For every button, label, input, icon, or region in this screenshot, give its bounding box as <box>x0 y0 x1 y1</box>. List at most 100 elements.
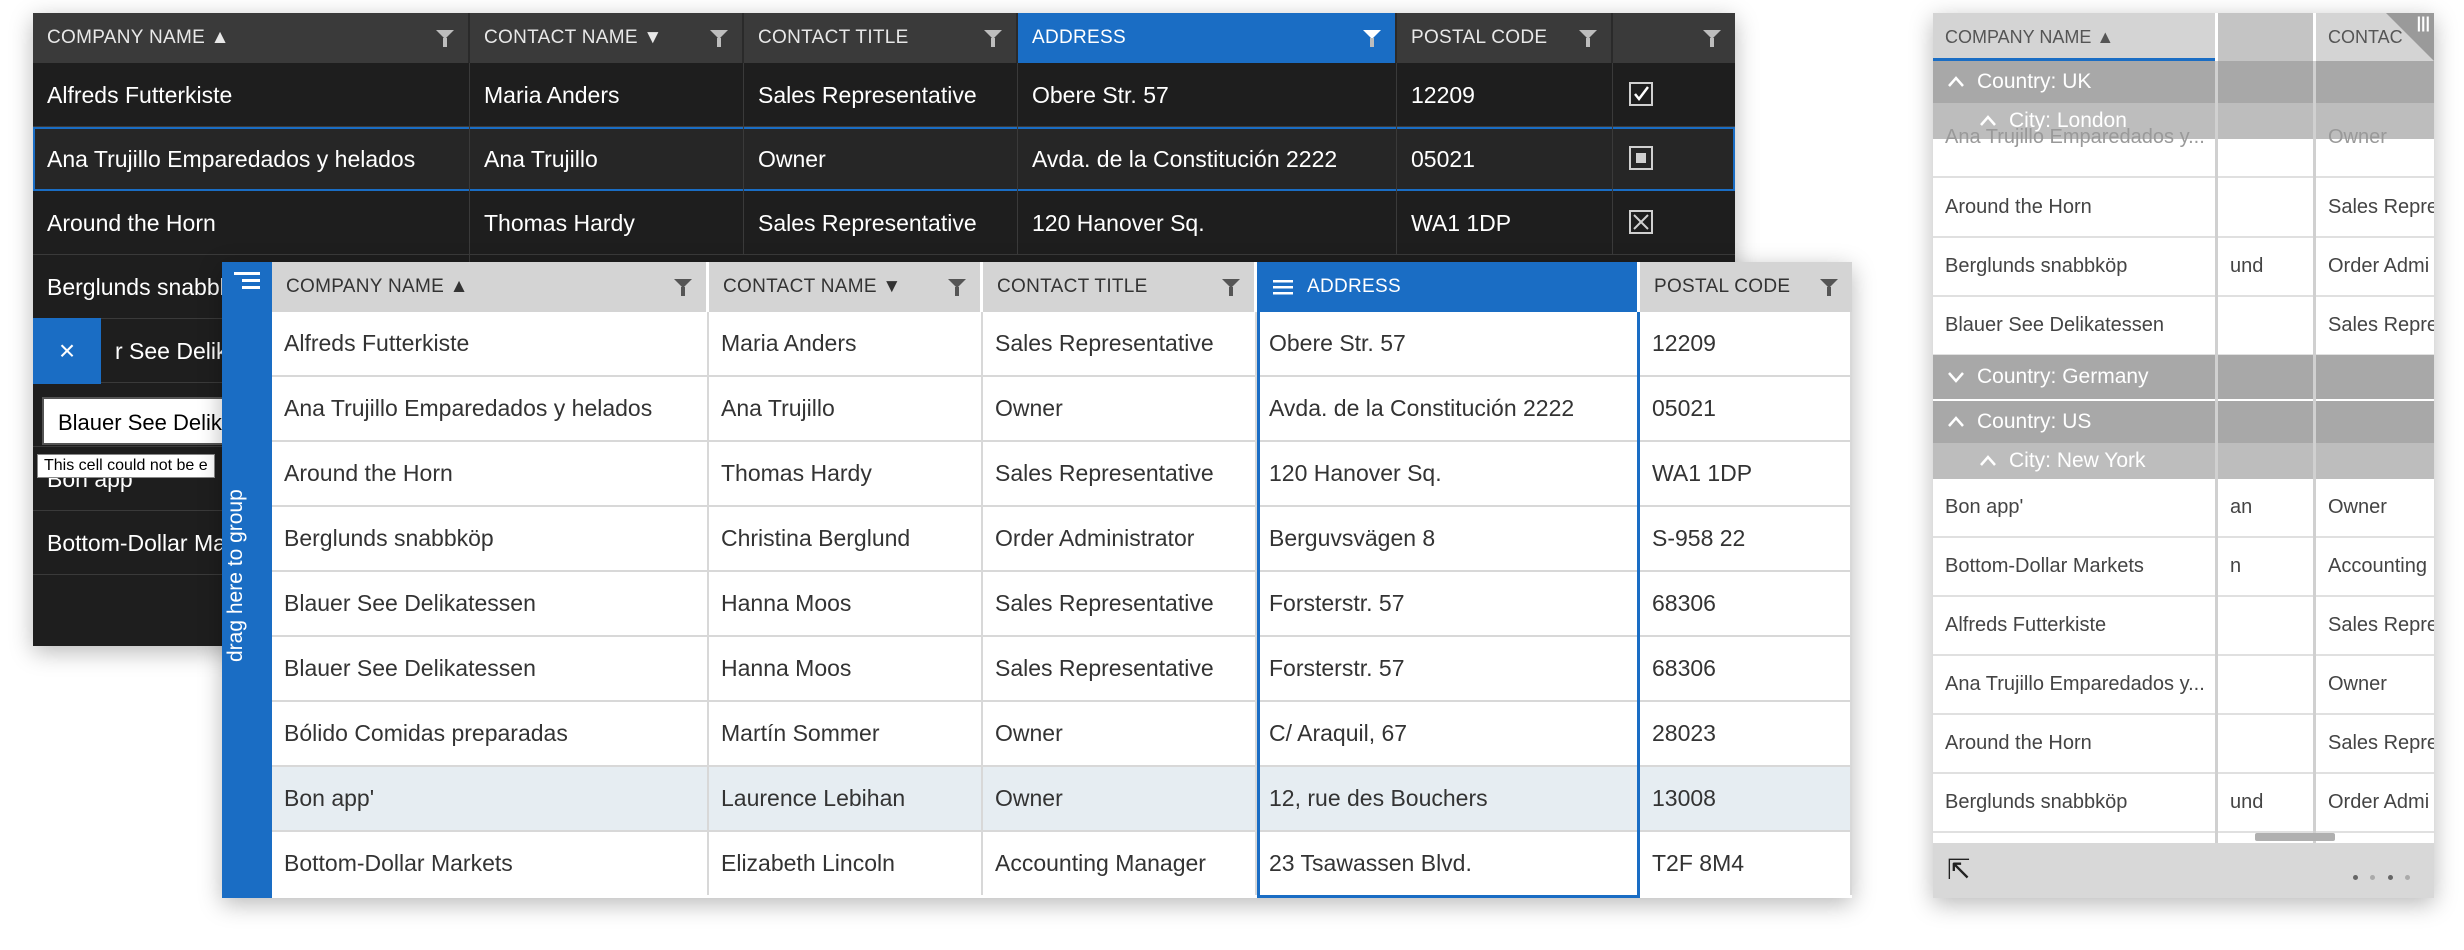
cell-postal[interactable]: T2F 8M4 <box>1640 832 1852 895</box>
cell-address[interactable]: 120 Hanover Sq. <box>1257 442 1640 505</box>
table-row[interactable]: Around the Horn Sales Repre <box>1933 179 2434 238</box>
table-row[interactable]: Around the Horn Thomas Hardy Sales Repre… <box>272 442 1852 507</box>
cell-title[interactable]: Sales Representative <box>983 442 1257 505</box>
header-contact-title[interactable]: CONTACT TITLE <box>744 13 1018 63</box>
pager-dots[interactable] <box>2349 867 2414 885</box>
cell-contact[interactable]: Ana Trujillo <box>709 377 983 440</box>
filter-icon[interactable] <box>710 30 728 47</box>
filter-icon[interactable] <box>984 30 1002 47</box>
cell-company[interactable]: Bottom-Dollar Markets <box>272 832 709 895</box>
cell-contact[interactable]: Christina Berglund <box>709 507 983 570</box>
horizontal-scrollbar[interactable] <box>2255 833 2335 841</box>
cell-company[interactable]: Berglunds snabbköp <box>1933 774 2215 831</box>
cell-address[interactable]: Berguvsvägen 8 <box>1257 507 1640 570</box>
cell-title[interactable]: Sales Representative <box>744 191 1018 255</box>
cell-title[interactable]: Sales Representative <box>983 312 1257 375</box>
header-address[interactable]: ADDRESS <box>1257 262 1640 312</box>
cell-company[interactable]: Berglunds snabbköp <box>272 507 709 570</box>
cell-check[interactable] <box>1613 191 1735 255</box>
header-contact-name[interactable]: CONTACT NAME ▼ <box>470 13 744 63</box>
cell-contact[interactable] <box>2218 715 2313 772</box>
table-row[interactable]: Blauer See Delikatessen Hanna Moos Sales… <box>272 637 1852 702</box>
header-postal-code[interactable]: POSTAL CODE <box>1640 262 1852 312</box>
table-row[interactable]: Blauer See Delikatessen Hanna Moos Sales… <box>272 572 1852 637</box>
cell-address[interactable]: Avda. de la Constitución 2222 <box>1257 377 1640 440</box>
cell-company[interactable]: Ana Trujillo Emparedados y helados <box>33 127 470 191</box>
table-row[interactable]: Blauer See Delikatessen Sales Repre <box>1933 297 2434 356</box>
cell-postal[interactable]: 12209 <box>1397 63 1613 127</box>
header-checkbox[interactable] <box>1613 13 1735 63</box>
cell-contact[interactable]: an <box>2218 479 2313 536</box>
cell-title[interactable]: Accounting <box>2316 538 2434 595</box>
cell-contact[interactable]: Maria Anders <box>470 63 744 127</box>
cell-company[interactable]: Around the Horn <box>272 442 709 505</box>
cell-company[interactable]: Alfreds Futterkiste <box>33 63 470 127</box>
table-row[interactable]: Berglunds snabbköp und Order Admi <box>1933 238 2434 297</box>
group-header-germany[interactable]: Country: Germany <box>1933 355 2434 399</box>
group-header-uk[interactable]: Country: UK <box>1933 61 2434 103</box>
cell-title[interactable]: Owner <box>2316 109 2434 166</box>
cell-company[interactable]: Bon app' <box>1933 479 2215 536</box>
filter-icon[interactable] <box>674 279 692 296</box>
cell-contact[interactable]: Hanna Moos <box>709 572 983 635</box>
pager-dot[interactable] <box>2387 875 2393 880</box>
table-row[interactable]: Alfreds Futterkiste Sales Repre <box>1933 597 2434 656</box>
table-row[interactable]: Ana Trujillo Emparedados y helados Ana T… <box>272 377 1852 442</box>
cell-address[interactable]: Avda. de la Constitución 2222 <box>1018 127 1397 191</box>
cell-title[interactable]: Owner <box>2316 656 2434 713</box>
cell-company[interactable]: Around the Horn <box>1933 179 2215 236</box>
pager-dot[interactable] <box>2405 875 2410 880</box>
cell-contact[interactable]: Thomas Hardy <box>470 191 744 255</box>
cell-contact[interactable]: Martín Sommer <box>709 702 983 765</box>
header-address[interactable]: ADDRESS <box>1018 13 1397 63</box>
cell-company[interactable]: Ana Trujillo Emparedados y helados <box>272 377 709 440</box>
pager-dot[interactable] <box>2370 875 2376 880</box>
cell-contact[interactable] <box>2218 297 2313 354</box>
cell-contact[interactable]: und <box>2218 238 2313 295</box>
cell-postal[interactable]: 05021 <box>1397 127 1613 191</box>
cell-contact[interactable]: Laurence Lebihan <box>709 767 983 830</box>
cell-address[interactable]: 23 Tsawassen Blvd. <box>1257 832 1640 895</box>
filter-icon[interactable] <box>1363 30 1381 47</box>
table-row[interactable]: Bólido Comidas preparadas Martín Sommer … <box>272 702 1852 767</box>
cell-address[interactable]: Forsterstr. 57 <box>1257 572 1640 635</box>
cell-title[interactable]: Order Administrator <box>983 507 1257 570</box>
cell-title[interactable]: Owner <box>983 702 1257 765</box>
cell-company[interactable]: Bon app' <box>272 767 709 830</box>
cell-address[interactable]: 12, rue des Bouchers <box>1257 767 1640 830</box>
cell-address[interactable]: Obere Str. 57 <box>1257 312 1640 375</box>
cell-company[interactable]: Berglunds snabbköp <box>1933 238 2215 295</box>
cell-title[interactable]: Sales Representative <box>983 637 1257 700</box>
cell-title[interactable]: Sales Repre <box>2316 597 2434 654</box>
cell-postal[interactable]: 28023 <box>1640 702 1852 765</box>
table-row[interactable]: Ana Trujillo Emparedados y... Owner <box>1933 656 2434 715</box>
cell-company[interactable]: Ana Trujillo Emparedados y... <box>1933 656 2215 713</box>
cell-contact[interactable]: n <box>2218 538 2313 595</box>
header-company-name[interactable]: COMPANY NAME ▲ <box>33 13 470 63</box>
cell-postal[interactable]: 05021 <box>1640 377 1852 440</box>
cell-title[interactable]: Sales Representative <box>744 63 1018 127</box>
cell-address[interactable]: C/ Araquil, 67 <box>1257 702 1640 765</box>
header-company-name[interactable]: COMPANY NAME ▲ <box>1933 13 2215 61</box>
cell-title[interactable]: Owner <box>2316 479 2434 536</box>
cell-company[interactable]: Blauer See Delikatessen <box>1933 297 2215 354</box>
filter-icon[interactable] <box>1703 30 1721 47</box>
cell-company[interactable]: Ana Trujillo Emparedados y... <box>1933 109 2215 166</box>
cell-company[interactable]: Bólido Comidas preparadas <box>272 702 709 765</box>
filter-icon[interactable] <box>436 30 454 47</box>
cell-title[interactable]: Accounting Manager <box>983 832 1257 895</box>
filter-icon[interactable] <box>1820 279 1838 296</box>
cell-title[interactable]: Order Admi <box>2316 238 2434 295</box>
table-row[interactable]: Alfreds Futterkiste Maria Anders Sales R… <box>272 312 1852 377</box>
close-icon[interactable]: × <box>33 318 101 384</box>
table-row[interactable]: Around the Horn Thomas Hardy Sales Repre… <box>33 191 1735 255</box>
cell-contact[interactable]: Maria Anders <box>709 312 983 375</box>
table-row[interactable]: Bottom-Dollar Markets Elizabeth Lincoln … <box>272 832 1852 897</box>
cell-company[interactable]: Alfreds Futterkiste <box>1933 597 2215 654</box>
cell-contact[interactable]: Elizabeth Lincoln <box>709 832 983 895</box>
menu-icon[interactable]: ||| <box>2417 15 2430 33</box>
header-hidden-column[interactable] <box>2218 13 2313 61</box>
cell-contact[interactable] <box>2218 179 2313 236</box>
cell-address[interactable]: Obere Str. 57 <box>1018 63 1397 127</box>
cell-postal[interactable]: S-958 22 <box>1640 507 1852 570</box>
